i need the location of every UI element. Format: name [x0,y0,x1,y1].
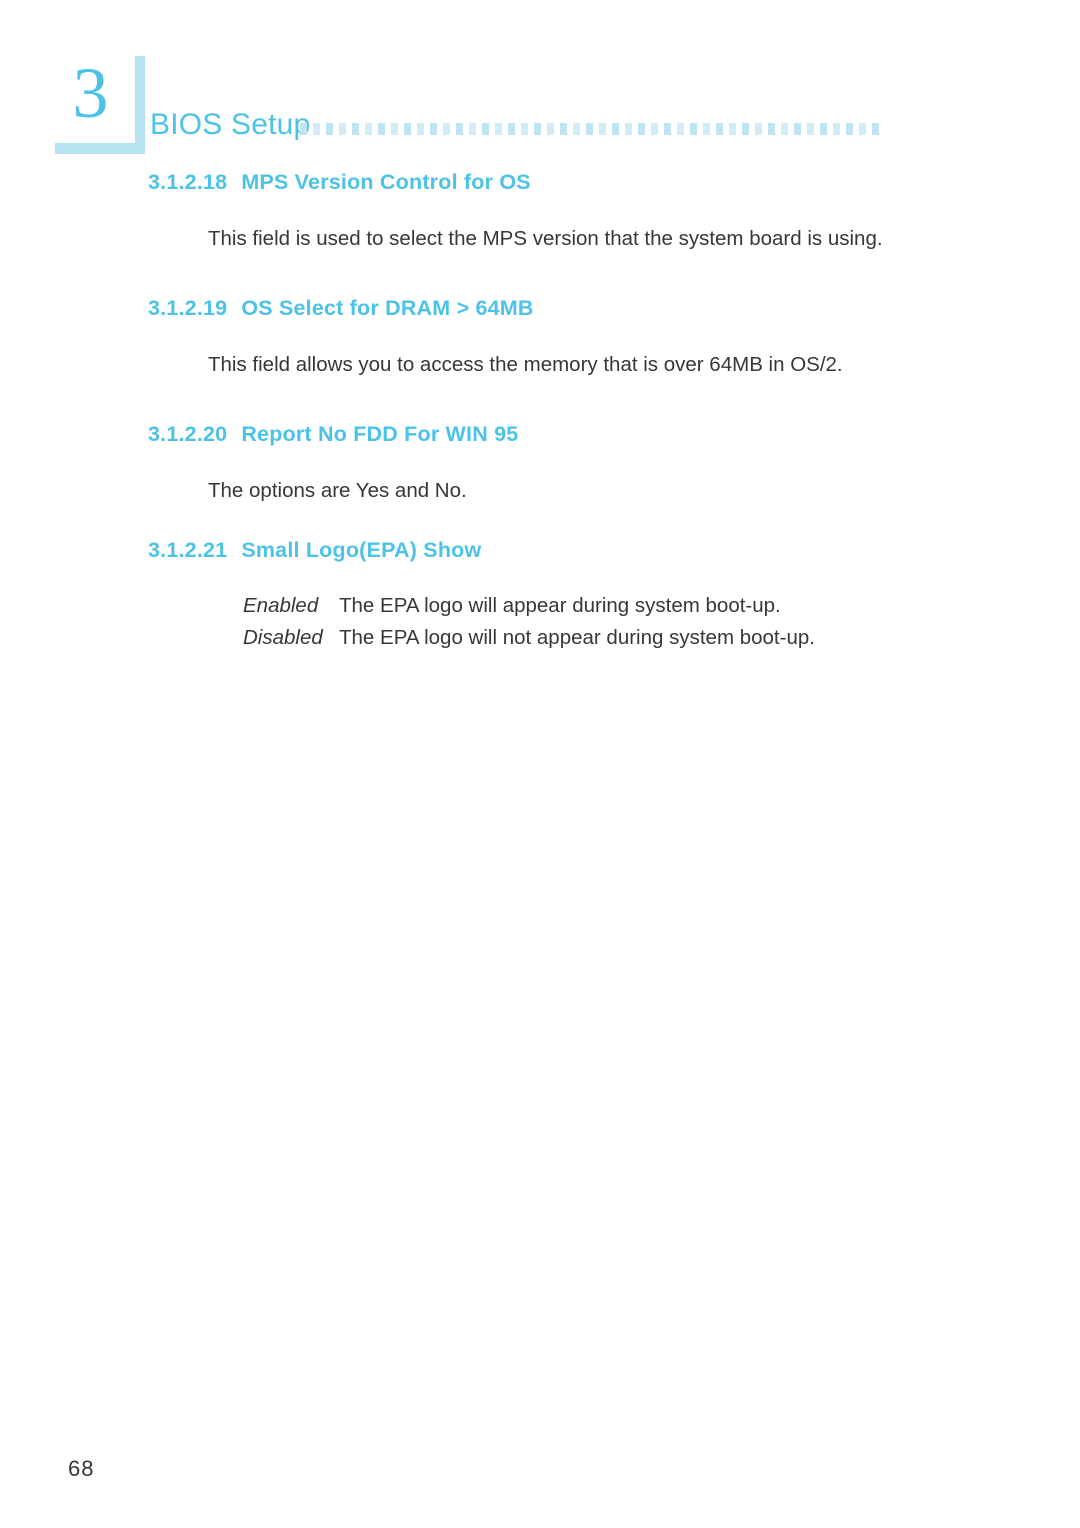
section-heading-2: 3.1.2.19 OS Select for DRAM > 64MB [0,296,1080,321]
page-title: BIOS Setup [150,108,311,141]
document-page: 3 BIOS Setup 3.1.2.18 MPS Version Control… [0,0,1080,1528]
option-description-disabled: The EPA logo will not appear during syst… [339,626,815,649]
section-heading-1: 3.1.2.18 MPS Version Control for OS [0,170,1080,195]
section-body-3: The options are Yes and No. [208,479,467,502]
section-heading-4: 3.1.2.21 Small Logo(EPA) Show [0,538,1080,563]
section-title-4: Small Logo(EPA) Show [241,538,482,562]
section-heading-3: 3.1.2.20 Report No FDD For WIN 95 [0,422,1080,447]
option-row: Disabled The EPA logo will not appear du… [243,622,1080,654]
option-description-enabled: The EPA logo will appear during system b… [339,594,781,617]
section-title-1: MPS Version Control for OS [241,170,531,194]
page-content: 3.1.2.18 MPS Version Control for OS This … [0,170,1080,654]
section-body-1: This field is used to select the MPS ver… [208,227,883,250]
chapter-number: 3 [72,52,109,133]
section-number-2: 3.1.2.19 [148,296,228,320]
section-body-2: This field allows you to access the memo… [208,353,843,376]
option-term-disabled: Disabled [243,626,323,649]
section-number-4: 3.1.2.21 [148,538,228,562]
option-definition-list: Enabled The EPA logo will appear during … [243,590,1080,654]
section-title-3: Report No FDD For WIN 95 [241,422,519,446]
page-number: 68 [68,1456,95,1481]
section-number-1: 3.1.2.18 [148,170,228,194]
section-number-3: 3.1.2.20 [148,422,228,446]
header-dotted-rule [300,122,912,136]
section-title-2: OS Select for DRAM > 64MB [241,296,534,320]
option-row: Enabled The EPA logo will appear during … [243,590,1080,622]
chapter-marker: 3 [46,46,145,154]
option-term-enabled: Enabled [243,594,319,617]
